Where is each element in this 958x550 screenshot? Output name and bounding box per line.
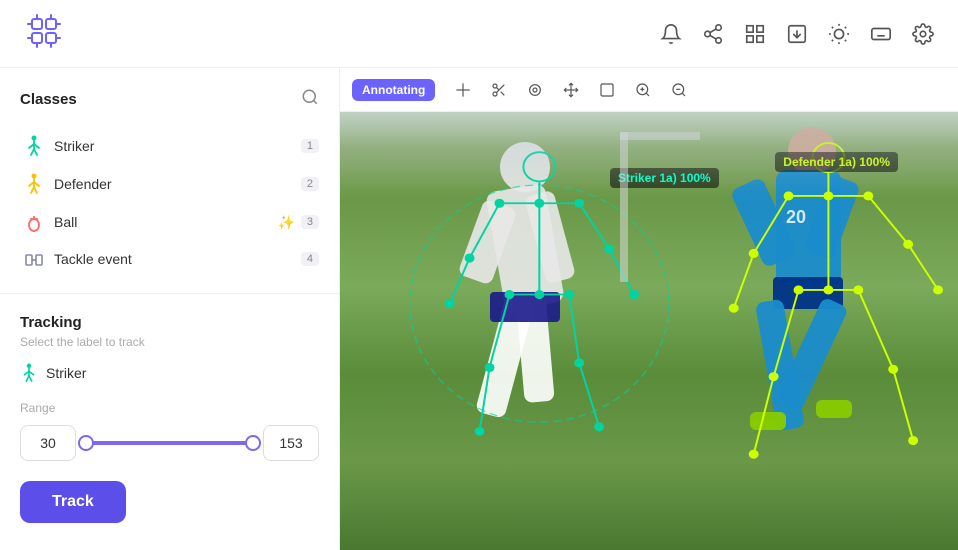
main-layout: Classes Striker (0, 68, 958, 550)
selected-label-text: Striker (46, 365, 86, 381)
class-badge-striker: 1 (301, 139, 319, 153)
range-thumb-right[interactable] (245, 435, 261, 451)
classes-section: Classes Striker (0, 68, 339, 294)
classes-header: Classes (20, 88, 319, 111)
range-thumb-left[interactable] (78, 435, 94, 451)
keyboard-icon[interactable] (870, 23, 892, 45)
settings-icon[interactable] (912, 23, 934, 45)
tracking-subtitle: Select the label to track (20, 335, 319, 349)
image-area: 20 (340, 112, 958, 550)
striker-icon (20, 135, 48, 157)
annotating-badge: Annotating (352, 79, 435, 101)
annotation-toolbar: Annotating (340, 68, 958, 112)
class-label-tackle: Tackle event (54, 251, 301, 267)
tool-crosshair[interactable] (447, 74, 479, 106)
tool-zoom-in[interactable] (627, 74, 659, 106)
header-icons (660, 23, 934, 45)
classes-title: Classes (20, 91, 77, 108)
content-area: Annotating (340, 68, 958, 550)
track-button[interactable]: Track (20, 481, 126, 523)
logo (24, 11, 64, 56)
class-item-tackle[interactable]: Tackle event 4 (20, 241, 319, 277)
ball-icon (20, 211, 48, 233)
class-badge-defender: 2 (301, 177, 319, 191)
class-item-ball[interactable]: Ball ✨ 3 (20, 203, 319, 241)
app-logo-icon (24, 11, 64, 56)
tackle-icon (20, 249, 48, 269)
class-badge-tackle: 4 (301, 252, 319, 266)
header (0, 0, 958, 68)
tool-zoom-out[interactable] (663, 74, 695, 106)
range-row (20, 425, 319, 461)
range-label: Range (20, 401, 319, 415)
range-slider[interactable] (86, 425, 253, 461)
download-icon[interactable] (786, 23, 808, 45)
class-item-defender[interactable]: Defender 2 (20, 165, 319, 203)
class-item-striker[interactable]: Striker 1 (20, 127, 319, 165)
brightness-icon[interactable] (828, 23, 850, 45)
class-label-defender: Defender (54, 176, 301, 192)
selected-label-row: Striker (20, 363, 319, 383)
tracking-title: Tracking (20, 314, 319, 331)
bell-icon[interactable] (660, 23, 682, 45)
tracking-section: Tracking Select the label to track Strik… (0, 294, 339, 550)
class-label-ball: Ball (54, 214, 277, 230)
sidebar: Classes Striker (0, 68, 340, 550)
field-background: 20 (340, 112, 958, 550)
range-min-input[interactable] (20, 425, 76, 461)
class-badge-ball: 3 (301, 215, 319, 229)
tool-move[interactable] (555, 74, 587, 106)
defender-icon (20, 173, 48, 195)
class-label-striker: Striker (54, 138, 301, 154)
search-classes-button[interactable] (301, 88, 319, 111)
tool-cut[interactable] (483, 74, 515, 106)
share-icon[interactable] (702, 23, 724, 45)
range-max-input[interactable] (263, 425, 319, 461)
tool-rect[interactable] (591, 74, 623, 106)
wand-icon: ✨ (277, 214, 294, 231)
grid-icon[interactable] (744, 23, 766, 45)
tool-circle[interactable] (519, 74, 551, 106)
